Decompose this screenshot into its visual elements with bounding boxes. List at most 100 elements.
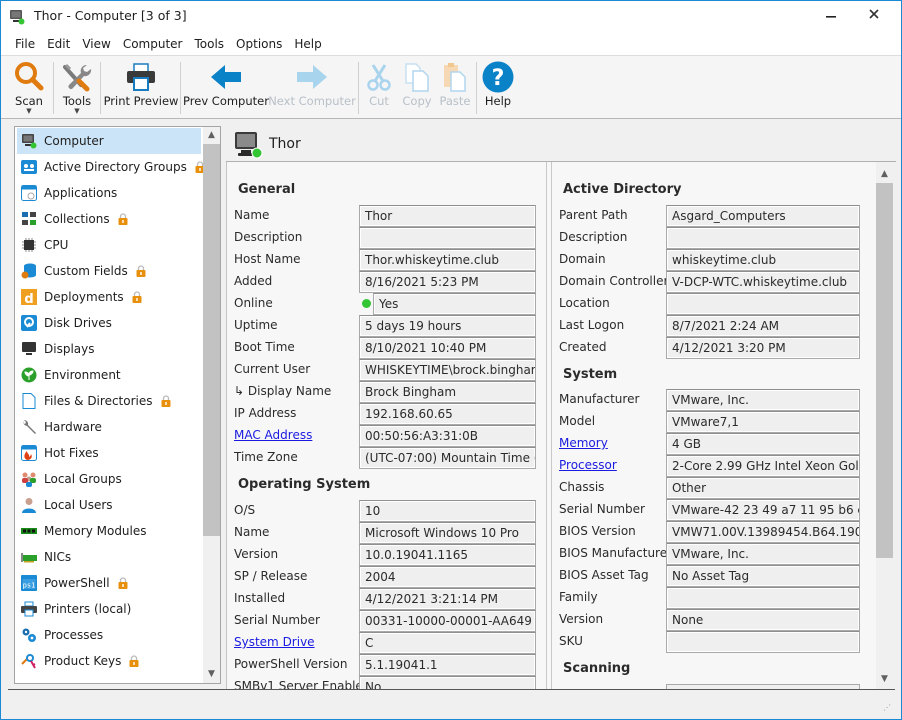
field-value[interactable]: VMware7,1	[666, 411, 860, 433]
resize-grip-icon[interactable]: ⋰	[883, 703, 891, 712]
field-value[interactable]: Asgard_Computers	[666, 205, 860, 227]
scroll-down-icon[interactable]: ▼	[876, 671, 893, 688]
field-value[interactable]	[359, 227, 536, 249]
field-value[interactable]: VMware, Inc.	[666, 389, 860, 411]
field-value[interactable]	[666, 293, 860, 315]
field-value[interactable]: V-DCP-WTC.whiskeytime.club	[666, 271, 860, 293]
category-list[interactable]: Computer Active Directory Groups Applicati…	[14, 126, 221, 684]
sidebar-item-disk-drives[interactable]: Disk Drives	[17, 310, 201, 336]
printer-icon	[21, 601, 37, 617]
field-value[interactable]: whiskeytime.club	[666, 249, 860, 271]
field-label-link[interactable]: MAC Address	[234, 428, 312, 442]
field-label-link[interactable]: System Drive	[234, 635, 315, 649]
sidebar-item-files-directories[interactable]: Files & Directories	[17, 388, 201, 414]
sidebar-item-computer[interactable]: Computer	[17, 128, 201, 154]
sidebar-item-printers-local[interactable]: Printers (local)	[17, 596, 201, 622]
sidebar-item-product-keys[interactable]: Product Keys	[17, 648, 201, 674]
sidebar-item-label: CPU	[44, 238, 69, 252]
field-value[interactable]: 8/16/2021 5:23 PM	[359, 271, 536, 293]
sidebar-item-environment[interactable]: Environment	[17, 362, 201, 388]
field-value[interactable]: Yes	[373, 293, 536, 315]
next-computer-button[interactable]: Next Computer	[268, 60, 356, 118]
field-value[interactable]: 2-Core 2.99 GHz Intel Xeon Gold 61	[666, 455, 860, 477]
field-value[interactable]: No Asset Tag	[666, 565, 860, 587]
menu-view[interactable]: View	[76, 37, 116, 51]
sidebar-item-collections[interactable]: Collections	[17, 206, 201, 232]
field-value[interactable]: 4/12/2021 3:21:14 PM	[359, 588, 536, 610]
menu-help[interactable]: Help	[288, 37, 327, 51]
menu-edit[interactable]: Edit	[41, 37, 76, 51]
online-status-icon	[362, 299, 371, 308]
sidebar-scrollbar[interactable]: ▲ ▼	[203, 127, 220, 683]
sidebar-item-hot-fixes[interactable]: Hot Fixes	[17, 440, 201, 466]
main-scrollbar[interactable]: ▲ ▼	[876, 166, 893, 688]
field-value[interactable]: 5 days 19 hours	[359, 315, 536, 337]
prev-computer-button[interactable]: Prev Computer	[183, 60, 269, 118]
scrollbar-thumb[interactable]	[876, 183, 893, 558]
field-value[interactable]: VMW71.00V.13989454.B64.1906190	[666, 521, 860, 543]
sidebar-item-memory-modules[interactable]: Memory Modules	[17, 518, 201, 544]
sidebar-item-powershell[interactable]: ps1 PowerShell	[17, 570, 201, 596]
field-value[interactable]: 4 GB	[666, 433, 860, 455]
sidebar-item-custom-fields[interactable]: Custom Fields	[17, 258, 201, 284]
field-value[interactable]: 10	[359, 500, 536, 522]
sidebar-item-label: Memory Modules	[44, 524, 147, 538]
field-label-link[interactable]: Memory	[559, 436, 608, 450]
sidebar-item-deployments[interactable]: d Deployments	[17, 284, 201, 310]
field-value[interactable]: 10.0.19041.1165	[359, 544, 536, 566]
sidebar-item-local-groups[interactable]: Local Groups	[17, 466, 201, 492]
scroll-up-icon[interactable]: ▲	[876, 166, 893, 183]
cut-button[interactable]: Cut	[365, 60, 393, 118]
field-value[interactable]: 00:50:56:A3:31:0B	[359, 425, 536, 447]
help-button[interactable]: ? Help	[481, 60, 515, 118]
field-value[interactable]: 00331-10000-00001-AA649	[359, 610, 536, 632]
field-value[interactable]	[666, 587, 860, 609]
field-value[interactable]: Microsoft Windows 10 Pro	[359, 522, 536, 544]
field-value[interactable]: 8/7/2021 2:24 AM	[666, 315, 860, 337]
menu-computer[interactable]: Computer	[117, 37, 189, 51]
menu-file[interactable]: File	[9, 37, 41, 51]
field-value[interactable]: WHISKEYTIME\brock.bingham	[359, 359, 536, 381]
field-label-link[interactable]: Processor	[559, 458, 617, 472]
close-button[interactable]	[856, 1, 892, 27]
field-label: Current User	[234, 362, 311, 376]
field-value[interactable]: 192.168.60.65	[359, 403, 536, 425]
field-value[interactable]: C	[359, 632, 536, 654]
sidebar-item-nics[interactable]: NICs	[17, 544, 201, 570]
field-value[interactable]	[666, 631, 860, 653]
field-value[interactable]: 5.1.19041.1	[359, 654, 536, 676]
field-value[interactable]: 2004	[359, 566, 536, 588]
field-value[interactable]: Other	[666, 477, 860, 499]
copy-button[interactable]: Copy	[401, 60, 433, 118]
field-value[interactable]: Thor.whiskeytime.club	[359, 249, 536, 271]
tools-button[interactable]: Tools ▼	[59, 60, 95, 118]
sidebar-item-processes[interactable]: Processes	[17, 622, 201, 648]
field-value[interactable]: 8/10/2021 10:40 PM	[359, 337, 536, 359]
sidebar-item-hardware[interactable]: Hardware	[17, 414, 201, 440]
field-label: SP / Release	[234, 569, 308, 583]
menu-tools[interactable]: Tools	[188, 37, 230, 51]
field-value[interactable]: VMware-42 23 49 a7 11 95 b6 cd-0:	[666, 499, 860, 521]
scrollbar-thumb[interactable]	[203, 144, 220, 536]
field-value[interactable]: Brock Bingham	[359, 381, 536, 403]
field-value[interactable]: None	[666, 609, 860, 631]
sidebar-item-displays[interactable]: Displays	[17, 336, 201, 362]
scan-button[interactable]: Scan ▼	[11, 60, 47, 118]
field-value[interactable]: 4/12/2021 3:20 PM	[666, 337, 860, 359]
field-value[interactable]: (UTC-07:00) Mountain Time (US	[359, 447, 536, 469]
sidebar-item-local-users[interactable]: Local Users	[17, 492, 201, 518]
menu-options[interactable]: Options	[230, 37, 288, 51]
sidebar-item-cpu[interactable]: CPU	[17, 232, 201, 258]
scroll-up-icon[interactable]: ▲	[203, 127, 220, 144]
field-value[interactable]	[666, 227, 860, 249]
maximize-button[interactable]	[821, 1, 857, 27]
paste-button[interactable]: Paste	[439, 60, 471, 118]
scroll-down-icon[interactable]: ▼	[203, 666, 220, 683]
field-value[interactable]: Thor	[359, 205, 536, 227]
field-value[interactable]: VMware, Inc.	[666, 543, 860, 565]
section-title-scanning: Scanning	[563, 661, 631, 676]
sidebar-item-applications[interactable]: Applications	[17, 180, 201, 206]
field-label: Description	[559, 230, 628, 244]
print-preview-button[interactable]: Print Preview	[104, 60, 178, 118]
sidebar-item-active-directory-groups[interactable]: Active Directory Groups	[17, 154, 205, 180]
